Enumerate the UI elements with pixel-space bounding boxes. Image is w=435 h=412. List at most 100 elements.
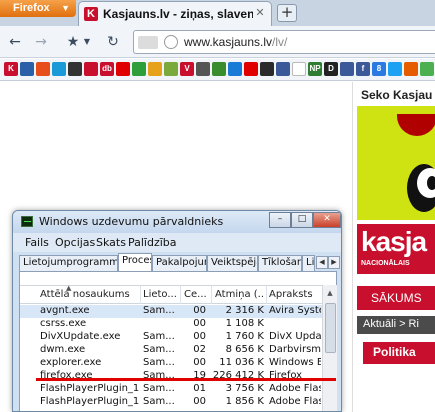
tab-performance[interactable]: Veiktspēja <box>207 255 258 271</box>
navigation-bar: ← → ★ ▼ ↻ www.kasjauns.lv/lv/ <box>0 26 435 58</box>
site-identity-icon[interactable] <box>138 36 158 49</box>
bookmark-icon[interactable] <box>164 62 178 76</box>
table-row[interactable]: avgnt.exe Sam... 00 2 316 K Avira Syste <box>20 305 322 318</box>
vertical-scrollbar[interactable]: ▲ <box>322 285 337 411</box>
bookmark-icon[interactable] <box>292 62 306 76</box>
bookmarks-toolbar: Kdb V NP Df 8 <box>0 59 435 81</box>
bookmark-icon[interactable] <box>244 62 258 76</box>
back-icon[interactable]: ← <box>6 33 24 51</box>
bookmark-icon[interactable] <box>260 62 274 76</box>
table-row[interactable]: dwm.exe Sam... 02 8 656 K Darbvirsma <box>20 344 322 357</box>
window-title: Windows uzdevumu pārvaldnieks <box>39 215 224 228</box>
url-domain: www.kasjauns.lv <box>184 35 273 49</box>
forward-icon[interactable]: → <box>32 33 50 51</box>
chevron-right-icon[interactable]: ▶ <box>328 256 340 269</box>
column-memory[interactable]: Atmiņa (... <box>215 289 265 300</box>
cell-desc: Adobe Flas <box>269 383 321 394</box>
url-bar[interactable]: www.kasjauns.lv/lv/ <box>133 30 435 54</box>
column-header-row: Attēla nosaukums ▲ Lieto... Ce... Atmiņa… <box>20 284 322 304</box>
cell-cpu: 00 <box>193 331 206 342</box>
bookmark-icon[interactable] <box>404 62 418 76</box>
title-bar[interactable]: Windows uzdevumu pārvaldnieks – □ ✕ <box>13 211 341 233</box>
scroll-thumb[interactable] <box>325 303 336 353</box>
cell-cpu: 00 <box>193 396 206 407</box>
cell-desc: Windows E <box>269 357 321 368</box>
cell-mem: 3 756 K <box>225 383 264 394</box>
close-button[interactable]: ✕ <box>313 212 341 228</box>
bookmark-icon[interactable] <box>20 62 34 76</box>
bookmark-icon[interactable] <box>388 62 402 76</box>
bookmark-icon[interactable] <box>228 62 242 76</box>
tab-strip: Lietojumprogrammas Procesi Pakalpojumi V… <box>19 253 341 271</box>
table-row[interactable]: explorer.exe Sam... 00 11 036 K Windows E <box>20 357 322 370</box>
firefox-menu-button[interactable]: Firefox ▼ <box>0 0 76 17</box>
column-description[interactable]: Apraksts <box>269 289 321 300</box>
table-row[interactable]: FlashPlayerPlugin_11... Sam... 00 1 856 K Ad… <box>20 396 322 409</box>
menu-file[interactable]: Fails <box>25 236 49 249</box>
chevron-down-icon[interactable]: ▼ <box>78 33 96 51</box>
chevron-down-icon: ▼ <box>61 3 70 13</box>
browser-tab[interactable]: K Kasjauns.lv - ziņas, slavenības, sport… <box>78 1 272 26</box>
column-cpu[interactable]: Ce... <box>184 289 210 300</box>
table-row[interactable]: firefox.exe Sam... 19 226 412 K Firefox <box>20 370 322 383</box>
scroll-up-icon[interactable]: ▲ <box>324 287 336 299</box>
bookmark-icon[interactable] <box>420 62 434 76</box>
table-row[interactable]: csrss.exe 00 1 108 K <box>20 318 322 331</box>
maximize-button[interactable]: □ <box>291 212 313 228</box>
bookmark-icon[interactable]: f <box>356 62 370 76</box>
minimize-button[interactable]: – <box>269 212 291 228</box>
bookmark-icon[interactable] <box>84 62 98 76</box>
menu-help[interactable]: Palīdzība <box>128 236 177 249</box>
cell-mem: 2 316 K <box>225 305 264 316</box>
menu-view[interactable]: Skats <box>96 236 126 249</box>
bookmark-icon[interactable] <box>36 62 50 76</box>
cell-mem: 1 856 K <box>225 396 264 407</box>
column-separator <box>180 286 181 304</box>
cell-user: Sam... <box>143 305 175 316</box>
bookmark-icon[interactable]: 8 <box>372 62 386 76</box>
tab-users[interactable]: Li <box>302 255 315 271</box>
chevron-left-icon[interactable]: ◀ <box>316 256 328 269</box>
bookmark-icon[interactable] <box>116 62 130 76</box>
bookmark-icon[interactable] <box>340 62 354 76</box>
bookmark-icon[interactable]: db <box>100 62 114 76</box>
bookmark-icon[interactable]: NP <box>308 62 322 76</box>
banner-mouth-graphic <box>397 114 435 136</box>
menu-options[interactable]: Opcijas <box>55 236 95 249</box>
nav-home-link[interactable]: SĀKUMS <box>357 286 435 310</box>
advert-banner[interactable] <box>357 106 435 220</box>
bookmark-icon[interactable] <box>276 62 290 76</box>
nav-subbar[interactable]: Aktuāli > Ri <box>357 316 435 334</box>
reload-icon[interactable]: ↻ <box>104 33 122 51</box>
cell-cpu: 00 <box>193 305 206 316</box>
site-logo[interactable]: kasja NACIONĀLAIS <box>357 224 435 274</box>
cell-cpu: 00 <box>193 318 206 329</box>
cell-cpu: 01 <box>193 383 206 394</box>
section-politika[interactable]: Politika <box>363 342 435 364</box>
close-icon[interactable]: ✕ <box>253 6 267 20</box>
bookmark-icon[interactable] <box>132 62 146 76</box>
bookmark-icon[interactable] <box>212 62 226 76</box>
bookmark-icon[interactable] <box>148 62 162 76</box>
bookmark-icon[interactable] <box>68 62 82 76</box>
column-separator <box>211 286 212 304</box>
table-row[interactable]: DivXUpdate.exe Sam... 00 1 760 K DivX Update <box>20 331 322 344</box>
tab-applications[interactable]: Lietojumprogrammas <box>19 255 118 271</box>
cell-name: DivXUpdate.exe <box>40 331 121 342</box>
column-user[interactable]: Lieto... <box>143 289 179 300</box>
cell-cpu: 02 <box>193 344 206 355</box>
sort-ascending-icon: ▲ <box>66 284 72 292</box>
cell-name: avgnt.exe <box>40 305 90 316</box>
table-row[interactable]: FlashPlayerPlugin_11... Sam... 01 3 756 K Ad… <box>20 383 322 396</box>
tab-processes[interactable]: Procesi <box>118 253 152 271</box>
bookmark-icon[interactable] <box>196 62 210 76</box>
bookmark-icon[interactable]: D <box>324 62 338 76</box>
column-image-name[interactable]: Attēla nosaukums <box>40 289 138 300</box>
processes-panel: Attēla nosaukums ▲ Lieto... Ce... Atmiņa… <box>19 271 337 411</box>
bookmark-icon[interactable]: K <box>4 62 18 76</box>
bookmark-icon[interactable] <box>52 62 66 76</box>
new-tab-button[interactable]: + <box>277 4 297 22</box>
tab-services[interactable]: Pakalpojumi <box>152 255 207 271</box>
bookmark-icon[interactable]: V <box>180 62 194 76</box>
tab-networking[interactable]: Tīklošana <box>258 255 302 271</box>
